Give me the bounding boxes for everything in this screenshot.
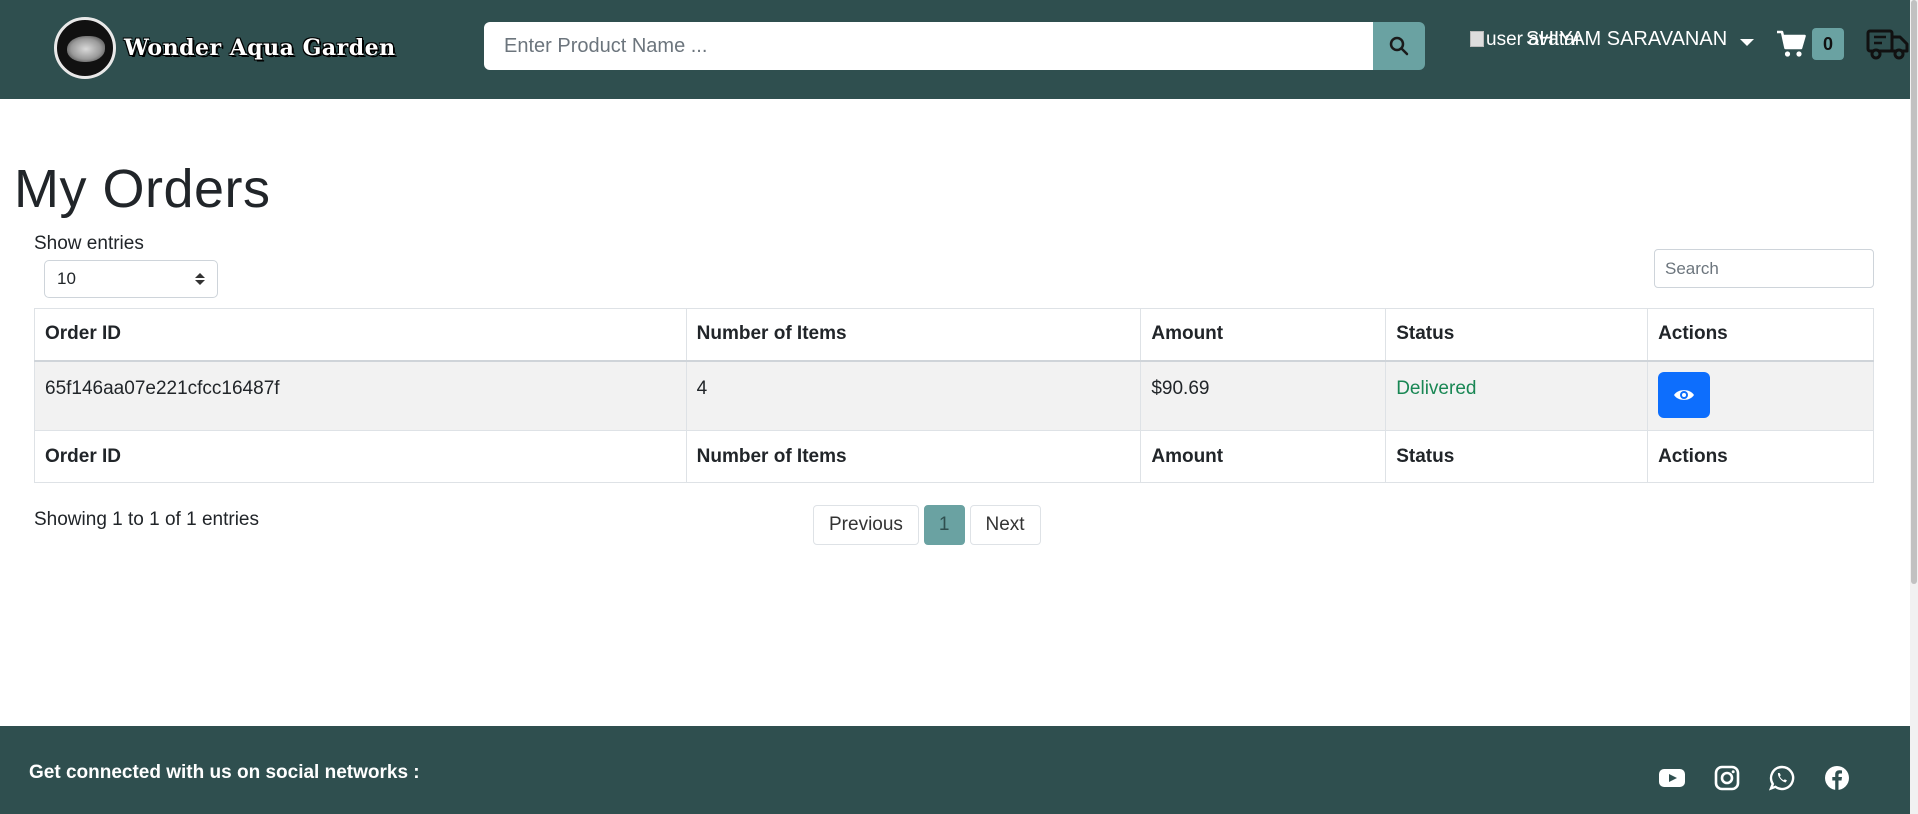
- page-1-button[interactable]: 1: [923, 505, 965, 545]
- entries-per-page-value: 10: [57, 269, 76, 288]
- actions-cell: [1647, 360, 1874, 431]
- next-page-button[interactable]: Next: [969, 505, 1041, 545]
- eye-icon: [1674, 389, 1695, 400]
- select-arrows-icon: [195, 273, 205, 285]
- column-header-status[interactable]: Status: [1385, 308, 1649, 362]
- footer-header-amount: Amount: [1140, 430, 1387, 483]
- table-search-input[interactable]: [1654, 249, 1874, 288]
- facebook-icon[interactable]: [1823, 764, 1851, 792]
- table-row: 65f146aa07e221cfcc16487f 4 $90.69 Delive…: [34, 360, 1874, 431]
- order-id-cell: 65f146aa07e221cfcc16487f: [34, 360, 687, 431]
- previous-page-button[interactable]: Previous: [813, 505, 919, 545]
- amount-cell: $90.69: [1140, 360, 1387, 431]
- footer-social-text: Get connected with us on social networks…: [29, 762, 420, 783]
- truck-icon: [1866, 29, 1909, 60]
- showing-entries-info: Showing 1 to 1 of 1 entries: [34, 509, 259, 530]
- footer-header-number-of-items: Number of Items: [685, 430, 1142, 483]
- search-button[interactable]: [1373, 22, 1425, 70]
- footer: Get connected with us on social networks…: [0, 726, 1910, 814]
- items-count-cell: 4: [685, 360, 1142, 431]
- table-header-row: Order ID Number of Items Amount Status A…: [34, 308, 1874, 362]
- cart-icon: [1777, 30, 1806, 57]
- column-header-number-of-items[interactable]: Number of Items: [685, 308, 1142, 362]
- youtube-icon[interactable]: [1658, 764, 1686, 792]
- column-header-order-id[interactable]: Order ID: [34, 308, 687, 362]
- chevron-down-icon: [1740, 39, 1754, 46]
- user-name: SHIYAM SARAVANAN: [1526, 28, 1728, 50]
- brand-logo: [54, 17, 116, 79]
- brand-name: Wonder Aqua Garden: [124, 35, 396, 61]
- footer-header-order-id: Order ID: [34, 430, 687, 483]
- orders-table: Order ID Number of Items Amount Status A…: [34, 308, 1874, 483]
- search-icon: [1389, 36, 1409, 56]
- column-header-amount[interactable]: Amount: [1140, 308, 1387, 362]
- footer-header-status: Status: [1385, 430, 1649, 483]
- instagram-icon[interactable]: [1713, 764, 1741, 792]
- page-title: My Orders: [14, 159, 271, 219]
- view-order-button[interactable]: [1658, 371, 1711, 418]
- social-links: [1658, 764, 1851, 792]
- show-entries-label: Show entries: [34, 233, 144, 254]
- scrollbar-thumb[interactable]: [1911, 0, 1917, 584]
- footer-header-actions: Actions: [1647, 430, 1874, 483]
- product-search: [484, 22, 1425, 70]
- pagination: Previous 1 Next: [813, 505, 1041, 545]
- brand-link[interactable]: Wonder Aqua Garden: [54, 17, 396, 79]
- column-header-actions[interactable]: Actions: [1647, 308, 1874, 362]
- page-scrollbar[interactable]: [1910, 0, 1918, 814]
- whatsapp-icon[interactable]: [1768, 764, 1796, 792]
- cart-count-badge: 0: [1812, 28, 1844, 60]
- status-cell: Delivered: [1385, 360, 1649, 431]
- entries-per-page-select[interactable]: 10: [44, 260, 218, 298]
- navbar: Wonder Aqua Garden user avatar SHIYAM SA…: [0, 0, 1910, 99]
- table-footer-row: Order ID Number of Items Amount Status A…: [34, 430, 1874, 483]
- product-search-input[interactable]: [484, 22, 1373, 70]
- orders-truck-link[interactable]: [1866, 26, 1910, 67]
- cart-button[interactable]: 0: [1776, 28, 1844, 60]
